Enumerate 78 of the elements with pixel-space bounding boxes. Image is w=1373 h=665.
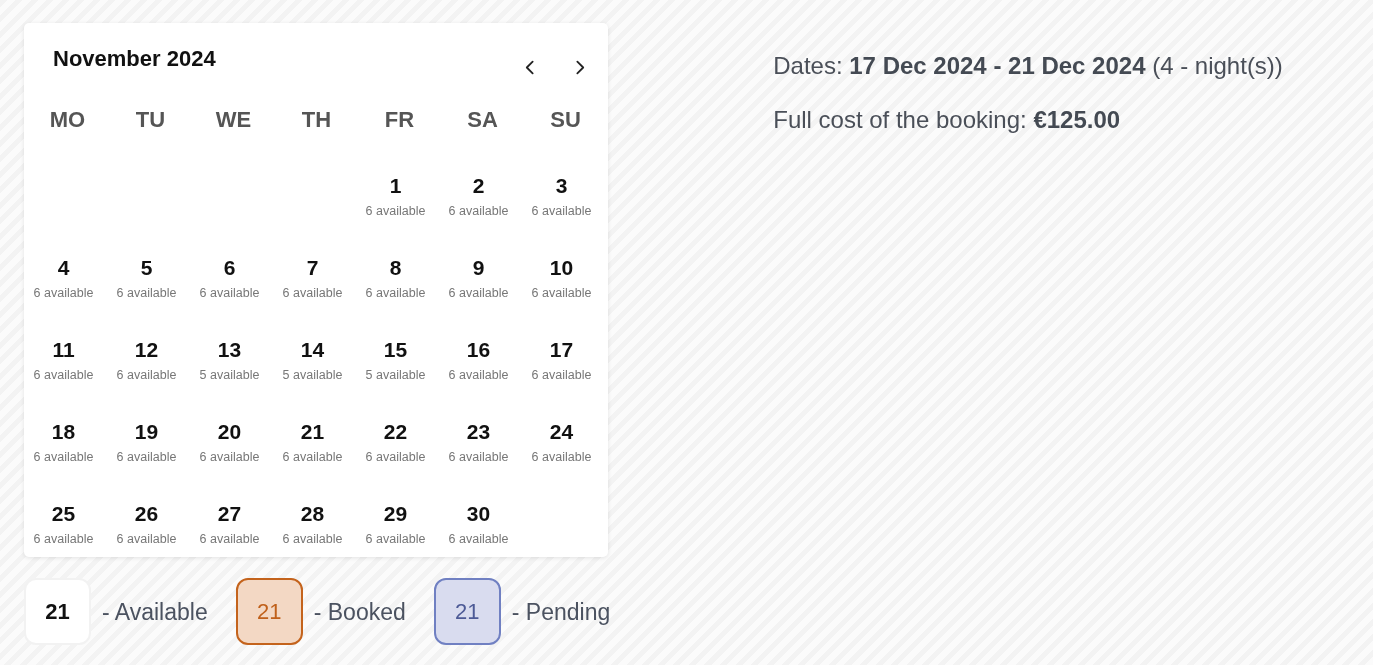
date-number[interactable]: 16: [466, 337, 491, 363]
date-number[interactable]: 25: [51, 501, 76, 527]
availability-label: 6 available: [448, 203, 509, 219]
availability-label: 6 available: [199, 285, 260, 301]
weekday-label: MO: [49, 107, 86, 133]
weekday-label: TH: [301, 107, 332, 133]
date-number[interactable]: 4: [57, 255, 70, 281]
legend-label: - Booked: [313, 597, 406, 627]
date-number[interactable]: 24: [549, 419, 574, 445]
date-number[interactable]: 8: [389, 255, 402, 281]
availability-label: 6 available: [365, 449, 426, 465]
available-date-sample: 21: [24, 578, 91, 645]
availability-label: 6 available: [282, 285, 343, 301]
availability-label: 6 available: [365, 203, 426, 219]
date-number[interactable]: 21: [300, 419, 325, 445]
pending-date-sample: 21: [433, 578, 501, 645]
availability-label: 6 available: [282, 531, 343, 547]
weekday-label: SU: [550, 107, 581, 133]
booking-cost-text: Full cost of the booking: €125.00: [773, 105, 1122, 135]
availability-label: 6 available: [448, 531, 509, 547]
date-number[interactable]: 1: [389, 173, 402, 199]
availability-label: 6 available: [365, 285, 426, 301]
date-number[interactable]: 11: [52, 337, 75, 363]
legend-label: - Available: [102, 597, 208, 627]
availability-label: 5 available: [365, 367, 426, 383]
availability-label: 6 available: [116, 285, 177, 301]
availability-label: 6 available: [116, 531, 177, 547]
availability-label: 6 available: [116, 449, 177, 465]
availability-label: 6 available: [448, 367, 509, 383]
availability-label: 6 available: [531, 367, 592, 383]
date-number[interactable]: 2: [472, 173, 485, 199]
month-title: November 2024: [53, 45, 216, 73]
date-number[interactable]: 13: [217, 337, 242, 363]
availability-label: 5 available: [199, 367, 260, 383]
availability-label: 6 available: [448, 285, 509, 301]
date-number[interactable]: 15: [383, 337, 408, 363]
date-number[interactable]: 20: [217, 419, 242, 445]
availability-label: 6 available: [448, 449, 509, 465]
weekday-label: TU: [135, 107, 166, 133]
availability-label: 6 available: [531, 203, 592, 219]
date-number[interactable]: 3: [555, 173, 568, 199]
date-number[interactable]: 5: [140, 255, 153, 281]
date-number[interactable]: 10: [549, 255, 574, 281]
availability-label: 6 available: [282, 449, 343, 465]
availability-label: 6 available: [199, 449, 260, 465]
date-number[interactable]: 29: [383, 501, 408, 527]
date-number[interactable]: 30: [466, 501, 491, 527]
availability-label: 6 available: [531, 449, 592, 465]
availability-label: 6 available: [365, 531, 426, 547]
date-number[interactable]: 12: [134, 337, 159, 363]
date-number[interactable]: 23: [466, 419, 491, 445]
date-number[interactable]: 27: [217, 501, 242, 527]
date-number[interactable]: 6: [223, 255, 236, 281]
weekday-label: SA: [467, 107, 498, 133]
booking-dates-text: Dates: 17 Dec 2024 - 21 Dec 2024 (4 - night(s)): [773, 51, 1283, 81]
date-number[interactable]: 19: [134, 419, 159, 445]
date-number[interactable]: 18: [51, 419, 76, 445]
availability-label: 6 available: [33, 531, 94, 547]
availability-label: 6 available: [33, 367, 94, 383]
date-number[interactable]: 9: [472, 255, 485, 281]
date-number[interactable]: 14: [300, 337, 325, 363]
date-number[interactable]: 28: [300, 501, 325, 527]
date-number[interactable]: 26: [134, 501, 159, 527]
legend-label: - Pending: [511, 597, 611, 627]
date-number[interactable]: 17: [549, 337, 574, 363]
availability-label: 5 available: [282, 367, 343, 383]
booked-date-sample: 21: [235, 578, 303, 645]
availability-label: 6 available: [33, 285, 94, 301]
availability-label: 6 available: [531, 285, 592, 301]
weekday-label: FR: [384, 107, 415, 133]
availability-label: 6 available: [33, 449, 94, 465]
availability-label: 6 available: [116, 367, 177, 383]
weekday-label: WE: [215, 107, 252, 133]
date-number[interactable]: 22: [383, 419, 408, 445]
date-number[interactable]: 7: [306, 255, 319, 281]
chevron-right-icon: [575, 59, 585, 75]
availability-label: 6 available: [199, 531, 260, 547]
chevron-left-icon: [524, 59, 534, 75]
